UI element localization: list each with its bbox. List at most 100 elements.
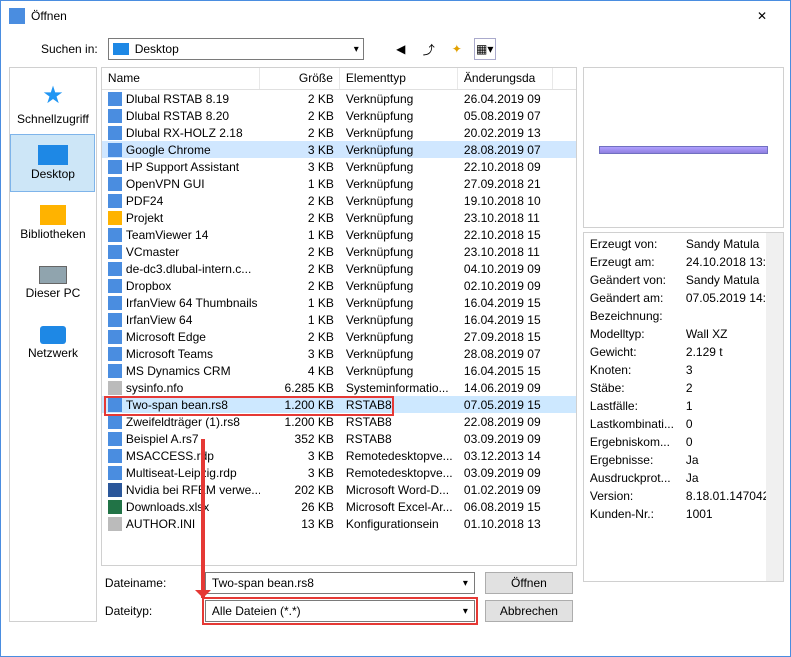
file-size: 2 KB (260, 330, 340, 344)
pc-icon (39, 266, 67, 284)
sidebar-item-network[interactable]: Netzwerk (10, 314, 95, 372)
file-name: Multiseat-Leipzig.rdp (126, 466, 237, 480)
open-button[interactable]: Öffnen (485, 572, 573, 594)
file-row[interactable]: Multiseat-Leipzig.rdp3 KBRemotedesktopve… (102, 464, 576, 481)
file-row[interactable]: VCmaster2 KBVerknüpfung23.10.2018 11 (102, 243, 576, 260)
sidebar-item-desktop[interactable]: Desktop (10, 134, 95, 192)
desktop-icon (38, 145, 68, 165)
look-in-value: Desktop (135, 42, 179, 56)
file-name: Zweifeldträger (1).rs8 (126, 415, 240, 429)
file-size: 2 KB (260, 92, 340, 106)
file-name: Microsoft Teams (126, 347, 213, 361)
file-row[interactable]: de-dc3.dlubal-intern.c...2 KBVerknüpfung… (102, 260, 576, 277)
file-size: 3 KB (260, 160, 340, 174)
sidebar-item-libraries[interactable]: Bibliotheken (10, 194, 95, 252)
file-row[interactable]: OpenVPN GUI1 KBVerknüpfung27.09.2018 21 (102, 175, 576, 192)
column-name[interactable]: Name (102, 68, 260, 89)
file-date: 07.05.2019 15 (458, 398, 553, 412)
file-type: Verknüpfung (340, 279, 458, 293)
column-size[interactable]: Größe (260, 68, 340, 89)
file-row[interactable]: Dropbox2 KBVerknüpfung02.10.2019 09 (102, 277, 576, 294)
view-menu-button[interactable]: ▦▾ (474, 38, 496, 60)
file-date: 06.08.2019 15 (458, 500, 553, 514)
file-name: de-dc3.dlubal-intern.c... (126, 262, 251, 276)
metadata-row: Bezeichnung: (586, 309, 781, 327)
new-folder-button[interactable]: ✦ (446, 38, 468, 60)
file-name: sysinfo.nfo (126, 381, 183, 395)
file-row[interactable]: MS Dynamics CRM4 KBVerknüpfung16.04.2015… (102, 362, 576, 379)
look-in-combo[interactable]: Desktop ▾ (108, 38, 364, 60)
file-row[interactable]: AUTHOR.INI13 KBKonfigurationsein01.10.20… (102, 515, 576, 532)
close-button[interactable]: ✕ (742, 2, 782, 30)
file-size: 3 KB (260, 143, 340, 157)
file-type: Remotedesktopve... (340, 466, 458, 480)
metadata-row: Modelltyp:Wall XZ (586, 327, 781, 345)
file-name: IrfanView 64 Thumbnails (126, 296, 258, 310)
sidebar-item-quickaccess[interactable]: ★ Schnellzugriff (10, 74, 95, 132)
file-name: Dlubal RX-HOLZ 2.18 (126, 126, 243, 140)
preview-model-beam (599, 146, 768, 154)
file-row[interactable]: sysinfo.nfo6.285 KBSysteminformatio...14… (102, 379, 576, 396)
file-size: 1 KB (260, 296, 340, 310)
file-icon (108, 194, 122, 208)
file-date: 20.02.2019 13 (458, 126, 553, 140)
file-type: Verknüpfung (340, 245, 458, 259)
file-row[interactable]: MSACCESS.rdp3 KBRemotedesktopve...03.12.… (102, 447, 576, 464)
filename-value: Two-span bean.rs8 (212, 576, 314, 590)
file-row[interactable]: IrfanView 641 KBVerknüpfung16.04.2019 15 (102, 311, 576, 328)
meta-key: Geändert von: (586, 273, 686, 291)
file-row[interactable]: HP Support Assistant3 KBVerknüpfung22.10… (102, 158, 576, 175)
file-row[interactable]: Two-span bean.rs81.200 KBRSTAB807.05.201… (102, 396, 576, 413)
file-type: Verknüpfung (340, 262, 458, 276)
title-bar: Öffnen ✕ (1, 1, 790, 31)
meta-key: Knoten: (586, 363, 686, 381)
sidebar-item-label: Desktop (31, 167, 75, 181)
file-type: Konfigurationsein (340, 517, 458, 531)
metadata-row: Knoten:3 (586, 363, 781, 381)
file-row[interactable]: Nvidia bei RFEM verwe...202 KBMicrosoft … (102, 481, 576, 498)
file-row[interactable]: IrfanView 64 Thumbnails1 KBVerknüpfung16… (102, 294, 576, 311)
file-name: VCmaster (126, 245, 179, 259)
metadata-row: Erzeugt von:Sandy Matula (586, 237, 781, 255)
file-row[interactable]: Projekt2 KBVerknüpfung23.10.2018 11 (102, 209, 576, 226)
meta-key: Erzeugt am: (586, 255, 686, 273)
cancel-button[interactable]: Abbrechen (485, 600, 573, 622)
file-name: Downloads.xlsx (126, 500, 209, 514)
file-row[interactable]: Dlubal RX-HOLZ 2.182 KBVerknüpfung20.02.… (102, 124, 576, 141)
column-date[interactable]: Änderungsda (458, 68, 553, 89)
file-type: Remotedesktopve... (340, 449, 458, 463)
file-row[interactable]: Beispiel A.rs7352 KBRSTAB803.09.2019 09 (102, 430, 576, 447)
file-row[interactable]: Microsoft Teams3 KBVerknüpfung28.08.2019… (102, 345, 576, 362)
vertical-scrollbar[interactable] (766, 233, 783, 581)
filetype-combo[interactable]: Alle Dateien (*.*) ▾ (205, 600, 475, 622)
file-row[interactable]: Dlubal RSTAB 8.192 KBVerknüpfung26.04.20… (102, 90, 576, 107)
file-date: 23.10.2018 11 (458, 245, 553, 259)
file-date: 02.10.2019 09 (458, 279, 553, 293)
file-name: PDF24 (126, 194, 163, 208)
file-row[interactable]: PDF242 KBVerknüpfung19.10.2018 10 (102, 192, 576, 209)
file-row[interactable]: Microsoft Edge2 KBVerknüpfung27.09.2018 … (102, 328, 576, 345)
file-row[interactable]: Google Chrome3 KBVerknüpfung28.08.2019 0… (102, 141, 576, 158)
file-size: 2 KB (260, 279, 340, 293)
file-type: Systeminformatio... (340, 381, 458, 395)
file-row[interactable]: TeamViewer 141 KBVerknüpfung22.10.2018 1… (102, 226, 576, 243)
file-name: OpenVPN GUI (126, 177, 205, 191)
back-button[interactable]: ◀ (390, 38, 412, 60)
file-date: 22.08.2019 09 (458, 415, 553, 429)
file-icon (108, 109, 122, 123)
up-button[interactable]: ⤴ (418, 38, 440, 60)
file-row[interactable]: Downloads.xlsx26 KBMicrosoft Excel-Ar...… (102, 498, 576, 515)
file-date: 03.09.2019 09 (458, 466, 553, 480)
file-icon (108, 313, 122, 327)
sidebar-item-label: Dieser PC (26, 286, 81, 300)
file-row[interactable]: Zweifeldträger (1).rs81.200 KBRSTAB822.0… (102, 413, 576, 430)
file-name: Projekt (126, 211, 163, 225)
meta-key: Kunden-Nr.: (586, 507, 686, 525)
file-icon (108, 296, 122, 310)
sidebar-item-label: Schnellzugriff (17, 112, 89, 126)
column-type[interactable]: Elementtyp (340, 68, 458, 89)
filename-input[interactable]: Two-span bean.rs8 ▾ (205, 572, 475, 594)
file-row[interactable]: Dlubal RSTAB 8.202 KBVerknüpfung05.08.20… (102, 107, 576, 124)
sidebar-item-this-pc[interactable]: Dieser PC (10, 254, 95, 312)
file-type: Verknüpfung (340, 313, 458, 327)
